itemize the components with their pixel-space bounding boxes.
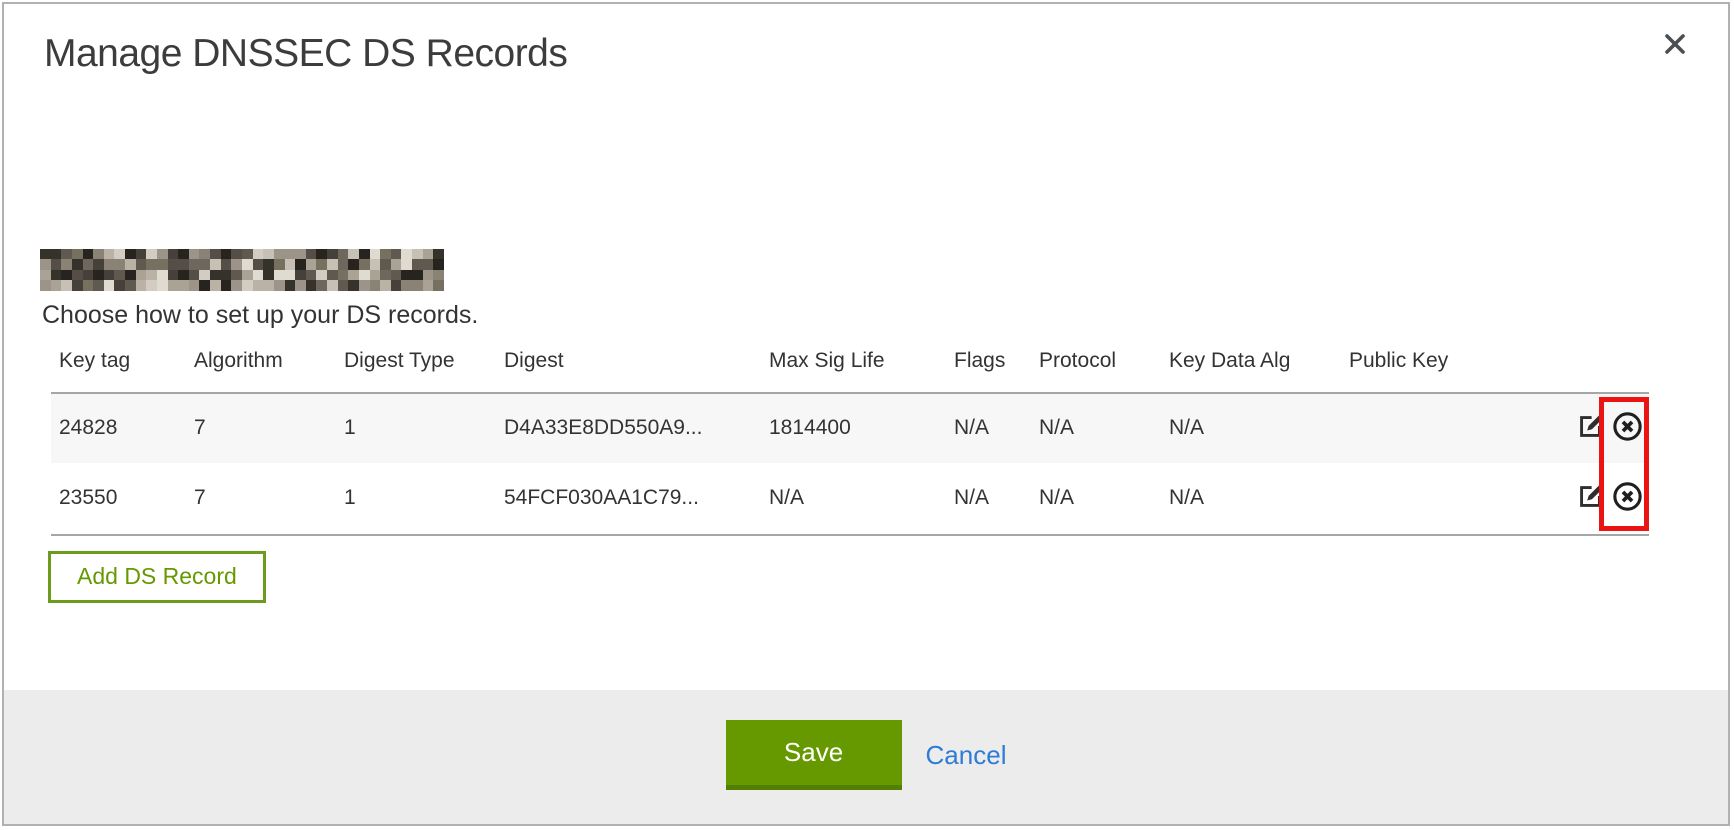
- instruction-text: Choose how to set up your DS records.: [42, 301, 1728, 330]
- cell-max-sig-life: N/A: [769, 486, 954, 510]
- row-actions: [1576, 411, 1649, 445]
- edit-pencil-icon: [1576, 482, 1605, 514]
- delete-record-button[interactable]: [1612, 481, 1643, 515]
- cell-protocol: N/A: [1039, 416, 1169, 440]
- cell-flags: N/A: [954, 486, 1039, 510]
- manage-dnssec-modal: Manage DNSSEC DS Records Choose how to s…: [2, 2, 1730, 826]
- column-header-flags: Flags: [954, 349, 1039, 373]
- cell-protocol: N/A: [1039, 486, 1169, 510]
- column-header-digest: Digest: [504, 349, 769, 373]
- cell-digest-type: 1: [344, 416, 504, 440]
- cell-key-tag: 24828: [59, 416, 194, 440]
- ds-records-table: Key tag Algorithm Digest Type Digest Max…: [51, 330, 1649, 536]
- column-header-protocol: Protocol: [1039, 349, 1169, 373]
- cell-algorithm: 7: [194, 486, 344, 510]
- modal-footer: Save Cancel: [4, 690, 1728, 824]
- edit-pencil-icon: [1576, 412, 1605, 444]
- cell-key-data-alg: N/A: [1169, 416, 1349, 440]
- cell-key-tag: 23550: [59, 486, 194, 510]
- cell-flags: N/A: [954, 416, 1039, 440]
- edit-record-button[interactable]: [1576, 412, 1605, 444]
- circle-x-icon: [1612, 481, 1643, 515]
- close-button[interactable]: [1658, 28, 1692, 62]
- column-header-algorithm: Algorithm: [194, 349, 344, 373]
- cell-key-data-alg: N/A: [1169, 486, 1349, 510]
- table-header-row: Key tag Algorithm Digest Type Digest Max…: [51, 330, 1649, 392]
- modal-title: Manage DNSSEC DS Records: [4, 4, 1728, 77]
- add-ds-record-button[interactable]: Add DS Record: [48, 551, 266, 603]
- column-header-digest-type: Digest Type: [344, 349, 504, 373]
- redacted-domain-name: [40, 249, 444, 291]
- table-body: 24828 7 1 D4A33E8DD550A9... 1814400 N/A …: [51, 392, 1649, 536]
- cell-digest: D4A33E8DD550A9...: [504, 416, 769, 440]
- row-actions: [1576, 481, 1649, 515]
- column-header-key-tag: Key tag: [59, 349, 194, 373]
- edit-record-button[interactable]: [1576, 482, 1605, 514]
- cancel-link[interactable]: Cancel: [926, 720, 1007, 790]
- cell-digest: 54FCF030AA1C79...: [504, 486, 769, 510]
- save-button[interactable]: Save: [726, 720, 902, 790]
- cell-max-sig-life: 1814400: [769, 416, 954, 440]
- column-header-max-sig-life: Max Sig Life: [769, 349, 954, 373]
- circle-x-icon: [1612, 411, 1643, 445]
- delete-record-button[interactable]: [1612, 411, 1643, 445]
- column-header-key-data-alg: Key Data Alg: [1169, 349, 1349, 373]
- close-x-icon: [1660, 29, 1690, 62]
- column-header-public-key: Public Key: [1349, 349, 1649, 373]
- table-row: 23550 7 1 54FCF030AA1C79... N/A N/A N/A …: [51, 463, 1649, 534]
- cell-digest-type: 1: [344, 486, 504, 510]
- cell-algorithm: 7: [194, 416, 344, 440]
- table-row: 24828 7 1 D4A33E8DD550A9... 1814400 N/A …: [51, 394, 1649, 463]
